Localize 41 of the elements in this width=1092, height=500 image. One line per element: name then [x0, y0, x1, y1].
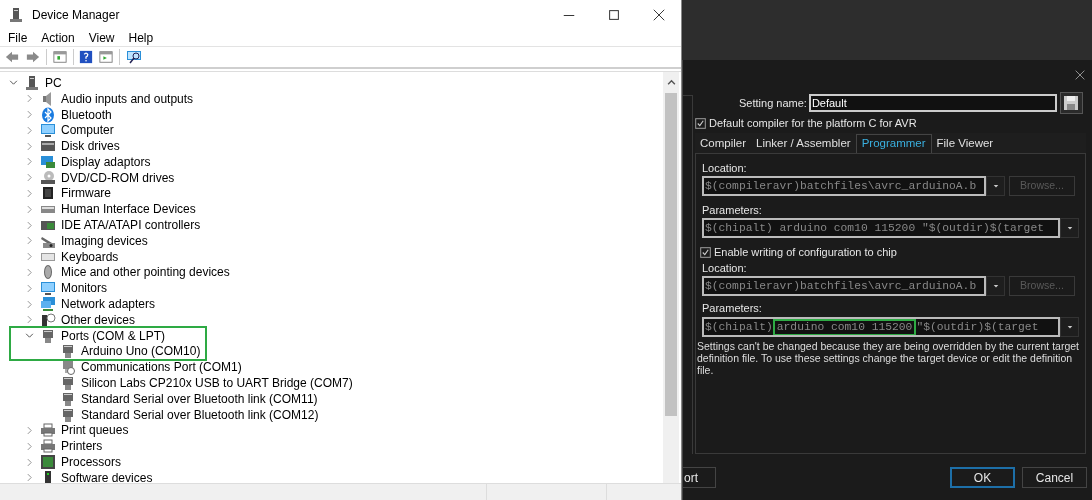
- dialog-button[interactable]: Cancel: [1022, 467, 1087, 488]
- tree-item[interactable]: Ports (COM & LPT): [61, 326, 165, 345]
- notice-text: Settings can't be changed because they are being overridden by the current target definition file. To use these settings change the target device or edit the definition file.: [697, 340, 1079, 376]
- tree-item[interactable]: Print queues: [61, 421, 129, 440]
- window-title: Device Manager: [32, 7, 120, 24]
- tree-item[interactable]: Firmware: [61, 184, 111, 203]
- field-label: Parameters:: [702, 301, 763, 315]
- tree-item[interactable]: Bluetooth: [61, 105, 112, 124]
- field-label: Setting name:: [739, 95, 807, 111]
- tab[interactable]: Compiler: [695, 134, 751, 153]
- tree-item[interactable]: Audio inputs and outputs: [61, 89, 194, 108]
- checkbox-label: Default compiler for the platform C for AVR: [709, 115, 917, 131]
- parameters-field[interactable]: $(chipalt) arduino com10 115200 "$(outdir)$(target: [702, 317, 1060, 337]
- location-field[interactable]: $(compileravr)batchfiles\avrc_arduinoA.b: [702, 276, 986, 296]
- tree-item[interactable]: Monitors: [61, 279, 107, 298]
- setting-name-field[interactable]: Default: [808, 94, 1057, 112]
- tree-item[interactable]: DVD/CD-ROM drives: [61, 168, 175, 187]
- field-label: Location:: [702, 161, 748, 175]
- tab[interactable]: Linker / Assembler: [751, 134, 856, 153]
- tree-item[interactable]: Computer: [61, 121, 114, 140]
- dialog-button[interactable]: OK: [950, 467, 1015, 488]
- dialog-button[interactable]: ort: [682, 467, 716, 488]
- tab[interactable]: File Viewer: [931, 134, 999, 153]
- menu-item[interactable]: File: [8, 29, 28, 47]
- menu-item[interactable]: View: [88, 29, 115, 47]
- tree-item[interactable]: PC: [45, 73, 62, 92]
- field-label: Location:: [702, 261, 748, 275]
- checkbox-label: Enable writing of configuration to chip: [714, 244, 897, 260]
- tree-item[interactable]: Standard Serial over Bluetooth link (COM12): [81, 405, 319, 424]
- tree-item[interactable]: Printers: [61, 437, 103, 456]
- tree-item[interactable]: Keyboards: [61, 247, 119, 266]
- tree-item[interactable]: Human Interface Devices: [61, 200, 196, 219]
- menu-item[interactable]: Action: [41, 29, 75, 47]
- parameters-field[interactable]: $(chipalt) arduino com10 115200 "$(outdir)$(target: [702, 218, 1060, 238]
- tab[interactable]: Programmer: [855, 134, 932, 153]
- tree-item[interactable]: Mice and other pointing devices: [61, 263, 230, 282]
- menu-item[interactable]: Help: [128, 29, 154, 47]
- tree-item[interactable]: Arduino Uno (COM10): [81, 342, 201, 361]
- location-field[interactable]: $(compileravr)batchfiles\avrc_arduinoA.b: [702, 176, 986, 196]
- field-label: Parameters:: [702, 203, 763, 217]
- tree-item[interactable]: Communications Port (COM1): [81, 358, 242, 377]
